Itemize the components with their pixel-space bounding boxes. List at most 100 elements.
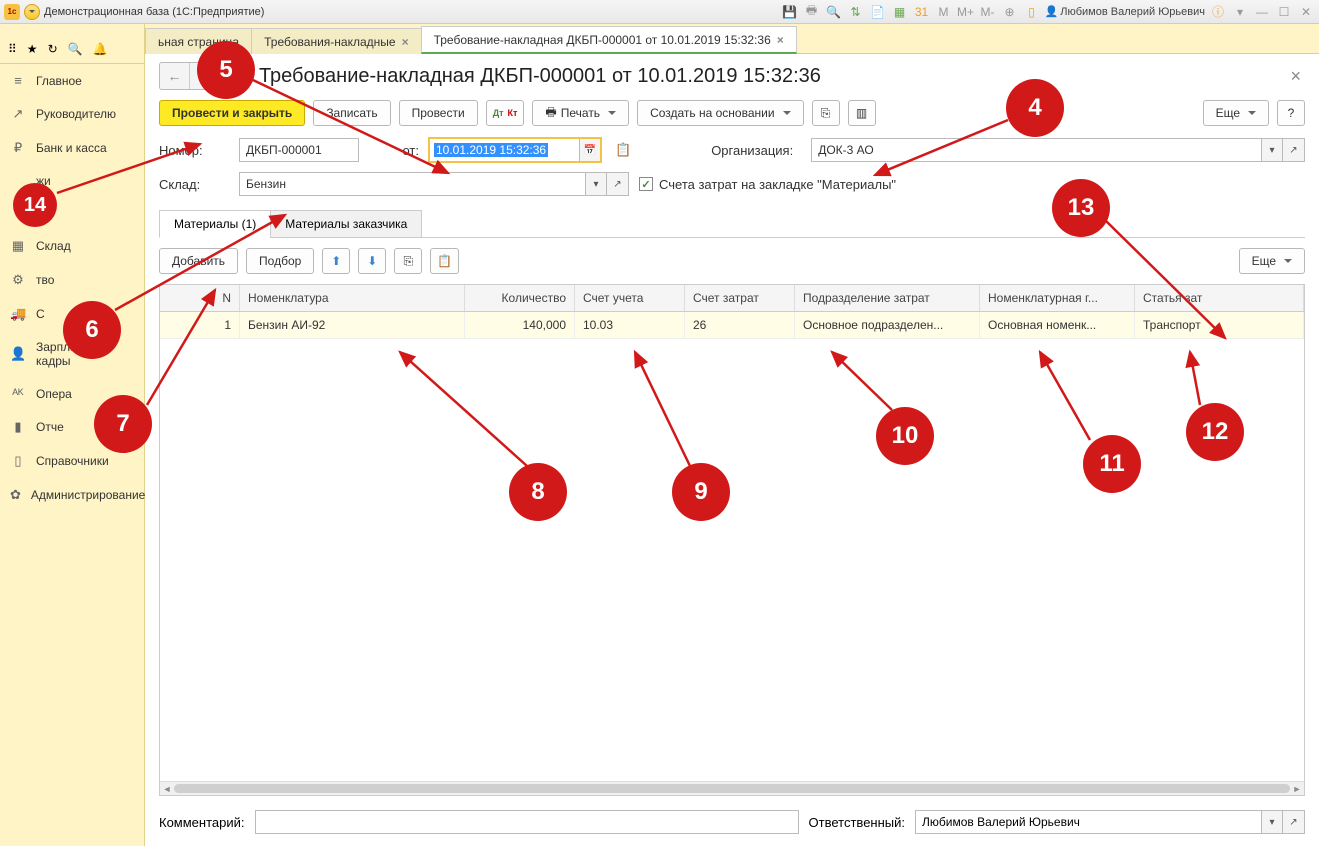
sidebar-item-admin[interactable]: ✿Администрирование (0, 478, 144, 512)
more-button[interactable]: Еще (1203, 100, 1269, 126)
sheet-icon-button[interactable]: ▥ (848, 100, 876, 126)
save-icon[interactable]: 💾 (781, 3, 799, 21)
date-value: 10.01.2019 15:32:36 (434, 143, 548, 157)
post-button[interactable]: Провести (399, 100, 478, 126)
col-nomenclature[interactable]: Номенклатура (240, 285, 465, 311)
m-plus-icon[interactable]: M+ (957, 3, 975, 21)
link-icon-button[interactable]: ⎘ (812, 100, 840, 126)
print-icon[interactable]: 🖶 (803, 3, 821, 21)
truck-icon: 🚚 (10, 306, 26, 322)
minimize-icon[interactable]: — (1253, 3, 1271, 21)
apps-icon[interactable]: ⠿ (8, 42, 17, 56)
create-based-button[interactable]: Создать на основании (637, 100, 804, 126)
scroll-thumb[interactable] (174, 784, 1290, 793)
sidebar-item-production[interactable]: ⚙тво (0, 263, 144, 297)
bell-icon[interactable]: 🔔 (93, 42, 108, 56)
col-nomenclature-group[interactable]: Номенклатурная г... (980, 285, 1135, 311)
col-n[interactable]: N (160, 285, 240, 311)
org-label: Организация: (711, 143, 801, 158)
note-icon[interactable]: 📋 (615, 142, 631, 158)
inner-tab-materials[interactable]: Материалы (1) (159, 210, 271, 238)
zoom-icon[interactable]: ⊕ (1001, 3, 1019, 21)
info-dropdown-icon[interactable]: ▾ (1231, 3, 1249, 21)
date-field[interactable]: 10.01.2019 15:32:36 (429, 138, 579, 162)
bars-icon: ▮ (10, 419, 26, 435)
tab-requirements-list[interactable]: Требования-накладные× (251, 28, 421, 54)
compare-icon[interactable]: ⇅ (847, 3, 865, 21)
add-button[interactable]: Добавить (159, 248, 238, 274)
move-up-button[interactable]: ⬆ (322, 248, 350, 274)
cell-n: 1 (160, 312, 240, 338)
help-button[interactable]: ? (1277, 100, 1305, 126)
close-icon[interactable]: × (402, 35, 409, 49)
star-icon[interactable]: ★ (27, 42, 38, 56)
responsible-field[interactable]: Любимов Валерий Юрьевич (915, 810, 1261, 834)
open-button[interactable]: ↗ (1283, 138, 1305, 162)
sidebar-item-label: Администрирование (31, 488, 145, 502)
close-window-icon[interactable]: ✕ (1297, 3, 1315, 21)
preview-icon[interactable]: 🔍 (825, 3, 843, 21)
cost-accounts-checkbox[interactable]: ✓ Счета затрат на закладке "Материалы" (639, 177, 896, 192)
report-icon[interactable]: 📄 (869, 3, 887, 21)
col-account[interactable]: Счет учета (575, 285, 685, 311)
save-button[interactable]: Записать (313, 100, 390, 126)
date-field-group: 10.01.2019 15:32:36 📅 (429, 138, 601, 162)
paste-button[interactable]: 📋 (430, 248, 459, 274)
cell-nomenclature-group: Основная номенк... (980, 312, 1135, 338)
nav-back-button[interactable]: ← (160, 63, 190, 89)
history-icon[interactable]: ↻ (48, 42, 58, 56)
horizontal-scrollbar[interactable]: ◄ ► (160, 781, 1304, 795)
calendar-small-icon[interactable]: ▦ (891, 3, 909, 21)
cell-department: Основное подразделен... (795, 312, 980, 338)
form-row-number-date-org: Номер: ДКБП-000001 от: 10.01.2019 15:32:… (159, 138, 1305, 162)
checkbox-label: Счета затрат на закладке "Материалы" (659, 177, 896, 192)
org-field-group: ДОК-3 АО ▾ ↗ (811, 138, 1305, 162)
col-cost-account[interactable]: Счет затрат (685, 285, 795, 311)
open-button[interactable]: ↗ (1283, 810, 1305, 834)
app-menu-dropdown[interactable] (24, 4, 40, 20)
sidebar-item-warehouse[interactable]: ▦Склад (0, 229, 144, 263)
dropdown-button[interactable]: ▾ (1261, 138, 1283, 162)
tab-requirement-doc[interactable]: Требование-накладная ДКБП-000001 от 10.0… (421, 26, 797, 54)
post-and-close-button[interactable]: Провести и закрыть (159, 100, 305, 126)
dropdown-button[interactable]: ▾ (585, 172, 607, 196)
col-cost-article[interactable]: Статья зат (1135, 285, 1304, 311)
scroll-left-icon[interactable]: ◄ (160, 782, 174, 796)
m-minus-icon[interactable]: M- (979, 3, 997, 21)
dropdown-button[interactable]: ▾ (1261, 810, 1283, 834)
sidebar-item-main[interactable]: ≡Главное (0, 64, 144, 97)
comment-field[interactable] (255, 810, 799, 834)
dk-icon-button[interactable]: ДтКт (486, 100, 525, 126)
table-row[interactable]: 1 Бензин АИ-92 140,000 10.03 26 Основное… (160, 312, 1304, 339)
col-quantity[interactable]: Количество (465, 285, 575, 311)
open-button[interactable]: ↗ (607, 172, 629, 196)
maximize-icon[interactable]: ☐ (1275, 3, 1293, 21)
cell-quantity: 140,000 (465, 312, 575, 338)
close-icon[interactable]: × (777, 33, 784, 47)
print-button[interactable]: 🖶Печать (532, 100, 629, 126)
select-button[interactable]: Подбор (246, 248, 314, 274)
sidebar-item-label: Опера (36, 387, 72, 401)
calendar-icon[interactable]: 31 (913, 3, 931, 21)
sidebar-item-bank[interactable]: ₽Банк и касса (0, 131, 144, 165)
org-field[interactable]: ДОК-3 АО (811, 138, 1261, 162)
book-icon: ▯ (10, 453, 26, 469)
m-icon[interactable]: M (935, 3, 953, 21)
sidebar-item-manager[interactable]: ↗Руководителю (0, 97, 144, 131)
calendar-button[interactable]: 📅 (579, 138, 601, 162)
current-user[interactable]: 👤 Любимов Валерий Юрьевич (1045, 5, 1205, 18)
table-more-button[interactable]: Еще (1239, 248, 1305, 274)
inner-tab-customer-materials[interactable]: Материалы заказчика (270, 210, 422, 238)
panel-icon[interactable]: ▯ (1023, 3, 1041, 21)
callout-5: 5 (197, 41, 255, 99)
number-field[interactable]: ДКБП-000001 (239, 138, 359, 162)
warehouse-field[interactable]: Бензин (239, 172, 585, 196)
col-department[interactable]: Подразделение затрат (795, 285, 980, 311)
move-down-button[interactable]: ⬇ (358, 248, 386, 274)
info-icon[interactable]: ⓘ (1209, 3, 1227, 21)
copy-button[interactable]: ⎘ (394, 248, 422, 274)
search-icon[interactable]: 🔍 (68, 42, 83, 56)
scroll-right-icon[interactable]: ► (1290, 782, 1304, 796)
page-close-icon[interactable]: × (1290, 66, 1301, 87)
printer-icon: 🖶 (545, 103, 556, 124)
